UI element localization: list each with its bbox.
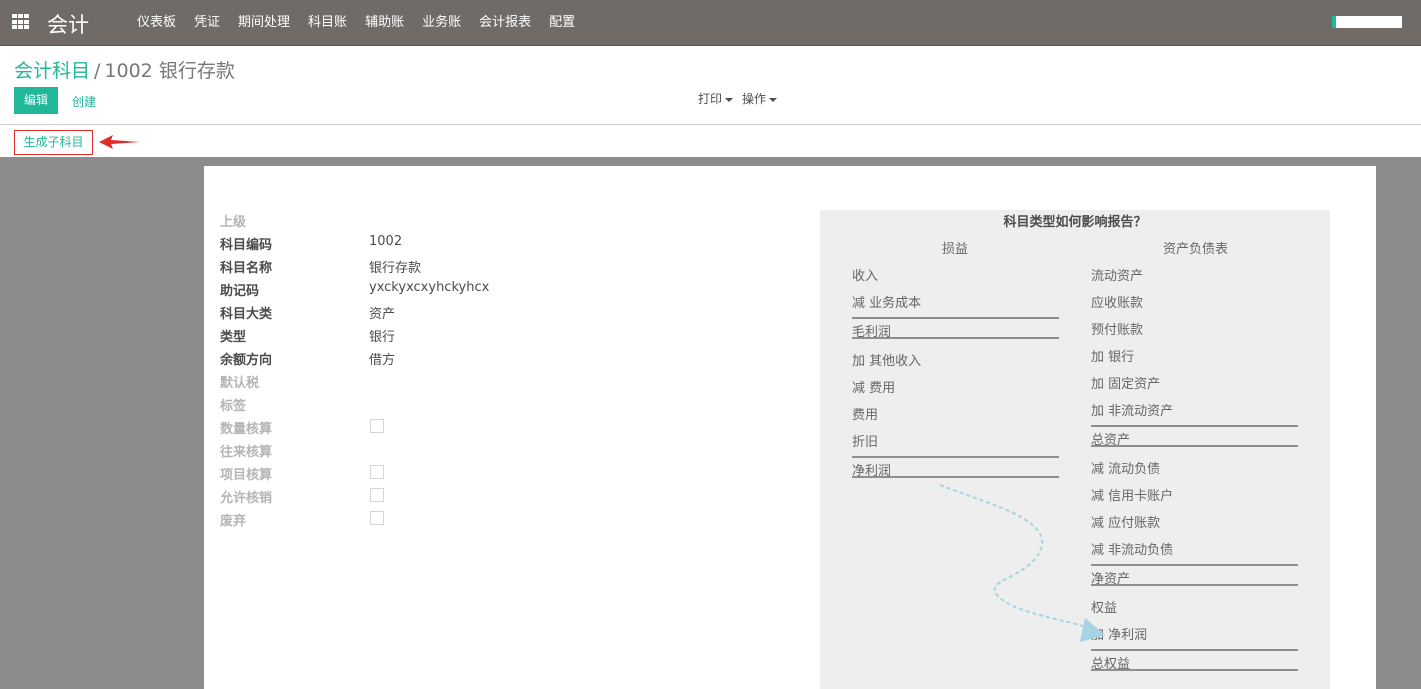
user-menu[interactable] <box>1332 16 1402 28</box>
caret-down-icon <box>725 97 734 102</box>
breadcrumb-current: 1002 银行存款 <box>104 60 235 82</box>
app-title: 会计 <box>47 13 89 37</box>
print-dropdown[interactable]: 打印 <box>698 90 734 107</box>
allow-reconcile-label: 允许核销 <box>220 491 273 506</box>
main-menu: 仪表板 凭证 期间处理 科目账 辅助账 业务账 会计报表 配置 <box>128 0 584 46</box>
quantity-accounting-checkbox[interactable] <box>370 419 384 433</box>
action-dropdown-label: 操作 <box>742 92 767 106</box>
menu-item-business-ledger[interactable]: 业务账 <box>413 0 470 46</box>
flow-arrow-icon <box>939 484 1105 642</box>
tags-label: 标签 <box>220 399 247 414</box>
bs-row: 加 固定资产 <box>1091 377 1161 392</box>
edit-button[interactable]: 编辑 <box>14 87 58 114</box>
pl-row: 加 其他收入 <box>852 354 922 369</box>
bs-row: 预付账款 <box>1091 323 1144 338</box>
code-value: 1002 <box>369 234 403 249</box>
menu-item-period-processing[interactable]: 期间处理 <box>229 0 299 46</box>
pl-column-header: 损益 <box>942 242 969 257</box>
pl-row: 收入 <box>852 269 879 284</box>
divider-line <box>1091 445 1298 447</box>
create-button[interactable]: 创建 <box>72 93 96 110</box>
pl-row: 费用 <box>852 408 879 423</box>
divider-line <box>1091 564 1298 566</box>
bs-row: 流动资产 <box>1091 269 1144 284</box>
deprecated-checkbox[interactable] <box>370 511 384 525</box>
menu-item-vouchers[interactable]: 凭证 <box>185 0 229 46</box>
bs-column-header: 资产负债表 <box>1163 242 1229 257</box>
red-arrow-icon <box>99 135 140 149</box>
divider-line <box>1091 584 1298 586</box>
breadcrumb: 会计科目/1002 银行存款 <box>14 56 235 83</box>
pl-row: 折旧 <box>852 435 879 450</box>
name-label: 科目名称 <box>220 261 273 276</box>
bs-row: 加 银行 <box>1091 350 1135 365</box>
allow-reconcile-checkbox[interactable] <box>370 488 384 502</box>
parent-label: 上级 <box>220 215 247 230</box>
menu-item-reports[interactable]: 会计报表 <box>470 0 540 46</box>
pl-row: 减 费用 <box>852 381 896 396</box>
caret-down-icon <box>769 97 778 102</box>
category-value: 资产 <box>369 307 396 322</box>
control-panel-divider <box>0 124 1421 125</box>
partner-accounting-label: 往来核算 <box>220 445 273 460</box>
bs-row: 加 非流动资产 <box>1091 404 1174 419</box>
pl-row: 减 业务成本 <box>852 296 922 311</box>
bs-row: 减 流动负债 <box>1091 462 1161 477</box>
menu-item-account-ledger[interactable]: 科目账 <box>299 0 356 46</box>
type-label: 类型 <box>220 330 247 345</box>
category-label: 科目大类 <box>220 307 273 322</box>
mnemonic-label: 助记码 <box>220 284 260 299</box>
action-dropdown[interactable]: 操作 <box>742 90 778 107</box>
bs-row: 应收账款 <box>1091 296 1144 311</box>
divider-line <box>852 456 1059 458</box>
breadcrumb-parent-link[interactable]: 会计科目 <box>14 60 90 82</box>
divider-line <box>852 317 1059 319</box>
code-label: 科目编码 <box>220 238 273 253</box>
default-tax-label: 默认税 <box>220 376 260 391</box>
divider-line <box>852 337 1059 339</box>
balance-direction-value: 借方 <box>369 353 396 368</box>
deprecated-label: 废弃 <box>220 514 247 529</box>
divider-line <box>1091 649 1298 651</box>
menu-item-auxiliary-ledger[interactable]: 辅助账 <box>356 0 413 46</box>
project-accounting-label: 项目核算 <box>220 468 273 483</box>
project-accounting-checkbox[interactable] <box>370 465 384 479</box>
divider-line <box>1091 425 1298 427</box>
quantity-accounting-label: 数量核算 <box>220 422 273 437</box>
breadcrumb-separator: / <box>94 60 101 82</box>
type-value: 银行 <box>369 330 396 345</box>
help-title: 科目类型如何影响报告？ <box>1003 215 1147 230</box>
name-value: 银行存款 <box>369 261 422 276</box>
menu-item-dashboard[interactable]: 仪表板 <box>128 0 185 46</box>
print-dropdown-label: 打印 <box>698 92 723 106</box>
mnemonic-value: yxckyxcxyhckyhcx <box>369 280 490 295</box>
menu-item-configuration[interactable]: 配置 <box>540 0 584 46</box>
divider-line <box>1091 669 1298 671</box>
top-navbar: 会计 仪表板 凭证 期间处理 科目账 辅助账 业务账 会计报表 配置 <box>0 0 1421 46</box>
apps-grid-icon[interactable] <box>12 14 30 30</box>
generate-child-account-button[interactable]: 生成子科目 <box>14 130 93 155</box>
balance-direction-label: 余额方向 <box>220 353 273 368</box>
divider-line <box>852 476 1059 478</box>
